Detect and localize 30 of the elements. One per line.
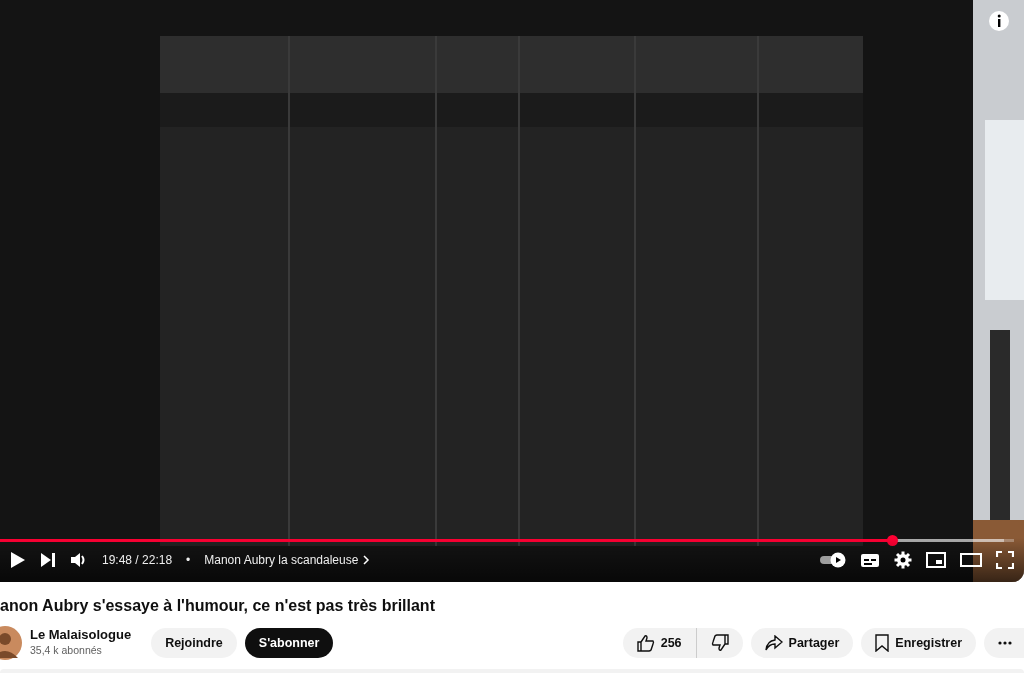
miniplayer-button[interactable] — [926, 552, 946, 568]
bookmark-icon — [875, 634, 890, 652]
share-arrow-icon — [764, 635, 783, 651]
video-title: anon Aubry s'essaye à l'humour, ce n'est pas très brillant — [0, 596, 436, 616]
theater-mode-button[interactable] — [960, 553, 982, 567]
play-button[interactable] — [10, 551, 26, 569]
next-button[interactable] — [40, 552, 56, 568]
avatar-icon[interactable] — [0, 626, 22, 660]
scrubber-handle[interactable] — [887, 535, 899, 546]
dislike-button[interactable] — [695, 628, 743, 658]
separator-dot: • — [186, 552, 191, 569]
fullscreen-button[interactable] — [996, 551, 1014, 569]
thumbs-down-icon — [710, 634, 729, 652]
subscriber-count: 35,4 k abonnés — [30, 642, 103, 658]
like-button[interactable]: 256 — [622, 628, 696, 658]
subscribe-button[interactable]: S'abonner — [244, 628, 334, 658]
chapter-link[interactable]: Manon Aubry la scandaleuse — [204, 551, 371, 569]
chevron-right-icon — [362, 555, 371, 565]
video-player[interactable]: 19:48 / 22:18 • Manon Aubry la scandaleuse — [0, 0, 1024, 582]
share-button[interactable]: Partager — [750, 628, 854, 658]
save-button[interactable]: Enregistrer — [861, 628, 976, 658]
autoplay-toggle[interactable] — [818, 552, 846, 568]
thumbs-up-icon — [636, 634, 655, 652]
info-icon[interactable] — [988, 10, 1010, 32]
time-display: 19:48 / 22:18 — [102, 552, 173, 569]
channel-name[interactable]: Le Malaisologue — [30, 627, 132, 643]
more-button[interactable] — [984, 628, 1024, 658]
join-button[interactable]: Rejoindre — [151, 628, 237, 658]
settings-button[interactable] — [894, 551, 912, 569]
more-icon — [998, 641, 1012, 645]
